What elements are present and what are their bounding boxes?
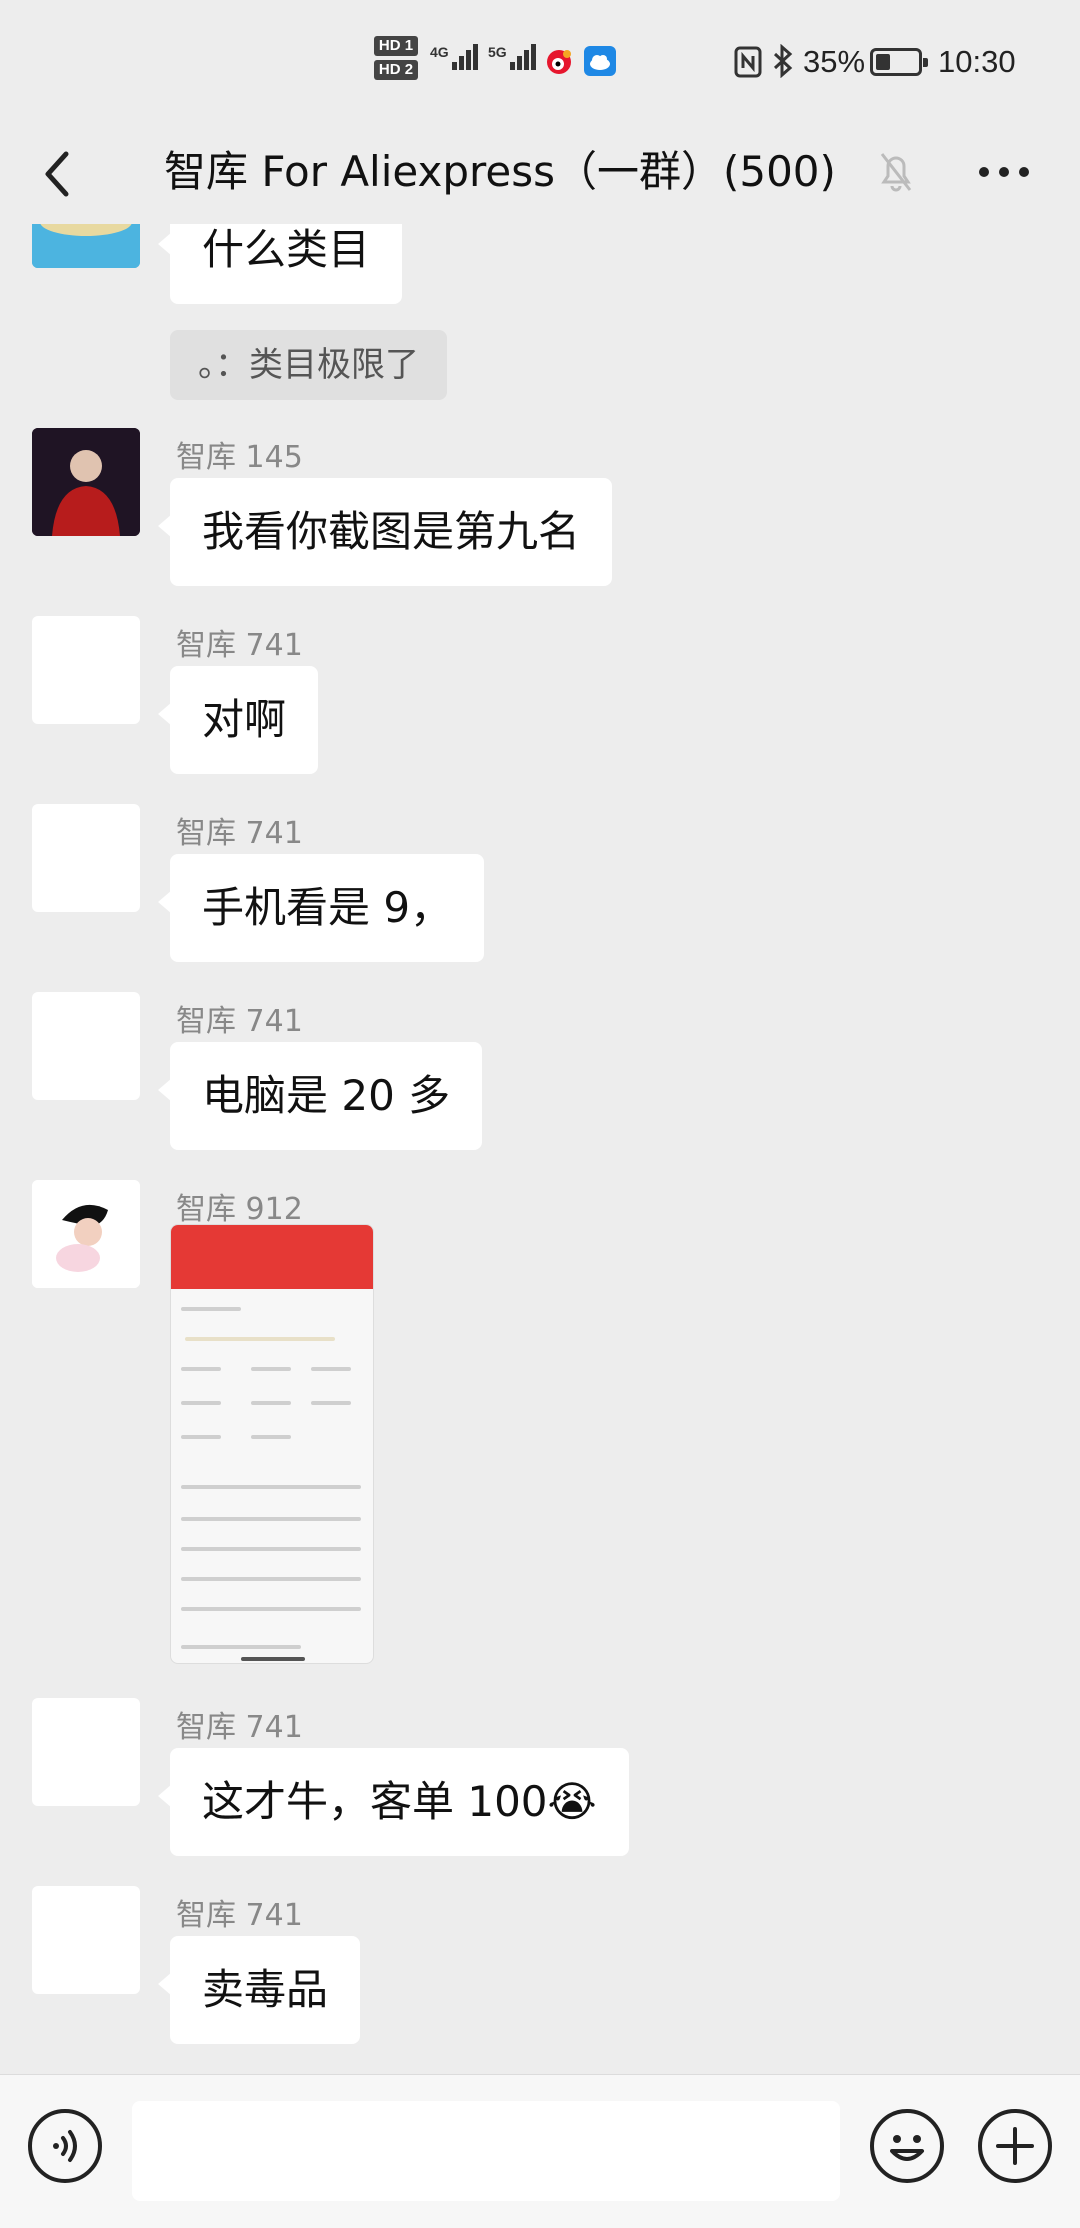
nfc-icon [734, 46, 762, 78]
message-list[interactable]: 什么类目 。：类目极限了 智库 145 我看你截图是第九名 智库 741 对啊 … [0, 224, 1080, 2074]
avatar[interactable] [32, 428, 140, 536]
image-message[interactable] [170, 1224, 374, 1664]
image-header-band [171, 1225, 373, 1289]
person-avatar-image [32, 428, 140, 536]
chat-header: 智库 For Aliexpress（一群）(500) [0, 124, 1080, 224]
avatar[interactable] [32, 224, 140, 268]
message-bubble[interactable]: 电脑是 20 多 [157, 1042, 483, 1150]
quoted-message[interactable]: 。：类目极限了 [170, 330, 447, 400]
signal-icon [510, 44, 538, 70]
bell-off-icon [880, 153, 912, 192]
sender-name: 智库 741 [176, 1710, 303, 1745]
message-bubble[interactable]: 这才牛，客单 100😭 [158, 1748, 629, 1856]
avatar[interactable] [32, 1886, 140, 1994]
avatar[interactable] [32, 1698, 140, 1806]
sender-name: 智库 741 [176, 816, 303, 851]
message-bubble[interactable]: 什么类目 [157, 224, 403, 304]
message-input[interactable] [132, 2101, 840, 2201]
emoji-icon[interactable] [870, 2109, 944, 2183]
bluetooth-icon [773, 44, 793, 78]
input-bar [0, 2074, 1080, 2228]
battery-level [876, 54, 890, 70]
hd2-badge: HD 2 [374, 60, 418, 80]
network-4g-label: 4G [430, 44, 449, 60]
plus-icon[interactable] [978, 2109, 1052, 2183]
more-dots-icon[interactable] [974, 142, 1034, 202]
sender-name: 智库 145 [176, 440, 303, 475]
cloud-icon [584, 46, 616, 76]
cartoon-avatar-image [32, 1180, 140, 1288]
status-time: 10:30 [938, 44, 1016, 79]
hd-indicator: HD 1 HD 2 [374, 36, 422, 84]
chat-title: 智库 For Aliexpress（一群）(500) [164, 147, 836, 196]
sender-name: 智库 741 [176, 628, 303, 663]
battery-percent: 35% [803, 44, 866, 79]
hd1-badge: HD 1 [374, 36, 418, 56]
avatar[interactable] [32, 616, 140, 724]
island-avatar-image [32, 224, 140, 268]
weibo-icon [547, 50, 571, 74]
message-bubble[interactable]: 我看你截图是第九名 [157, 478, 613, 586]
battery-icon [870, 48, 928, 76]
avatar[interactable] [32, 804, 140, 912]
sender-name: 智库 912 [176, 1192, 303, 1227]
avatar[interactable] [32, 1180, 140, 1288]
signal-icon [452, 44, 480, 70]
voice-icon[interactable] [28, 2109, 102, 2183]
avatar[interactable] [32, 992, 140, 1100]
message-bubble[interactable]: 手机看是 9， [157, 854, 485, 962]
chevron-left-icon[interactable] [36, 146, 86, 202]
sender-name: 智库 741 [176, 1004, 303, 1039]
status-bar: HD 1 HD 2 4G 5G 35% 10:30 [0, 0, 1080, 124]
message-bubble[interactable]: 对啊 [157, 666, 319, 774]
sender-name: 智库 741 [176, 1898, 303, 1933]
network-5g-label: 5G [488, 44, 507, 60]
message-bubble[interactable]: 卖毒品 [157, 1936, 361, 2044]
